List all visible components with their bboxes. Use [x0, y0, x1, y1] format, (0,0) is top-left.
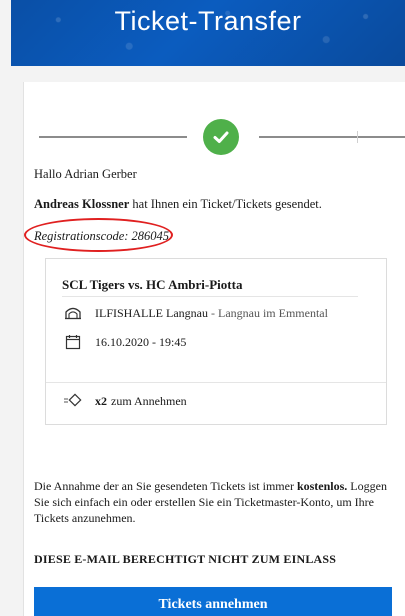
accept-tickets-button[interactable]: Tickets annehmen: [34, 587, 392, 616]
progress-line-left: [39, 136, 187, 138]
progress-tick: [357, 131, 358, 143]
page-title: Ticket-Transfer: [114, 6, 302, 36]
annotation-oval: [24, 218, 173, 252]
header-banner: Ticket-Transfer: [11, 0, 405, 66]
greeting: Hallo Adrian Gerber: [34, 167, 137, 181]
venue-city: Langnau im Emmental: [217, 305, 328, 320]
info-part-1: Die Annahme der an Sie gesendeten Ticket…: [34, 479, 297, 493]
quantity-row: x2 zum Annehmen: [62, 392, 187, 410]
venue-row: ILFISHALLE Langnau - Langnau im Emmental: [62, 304, 328, 322]
venue-name: ILFISHALLE Langnau: [95, 305, 208, 320]
event-details-box: SCL Tigers vs. HC Ambri-Piotta ILFISHALL…: [45, 258, 387, 425]
sender-text: hat Ihnen ein Ticket/Tickets gesendet.: [129, 197, 322, 211]
entry-notice: DIESE E-MAIL BERECHTIGT NICHT ZUM EINLAS…: [34, 552, 337, 566]
divider: [62, 296, 358, 297]
stadium-icon: [62, 304, 84, 322]
ticket-quantity: x2: [95, 393, 107, 408]
calendar-icon: [62, 333, 84, 351]
sender-message: Andreas Klossner hat Ihnen ein Ticket/Ti…: [34, 196, 322, 212]
sender-name: Andreas Klossner: [34, 197, 130, 211]
info-text: Die Annahme der an Sie gesendeten Ticket…: [34, 479, 396, 527]
divider: [46, 382, 386, 383]
event-datetime: 16.10.2020 - 19:45: [95, 334, 187, 349]
progress-line-right: [259, 136, 405, 138]
checkmark-icon: [203, 119, 239, 155]
ticket-icon: [62, 392, 84, 410]
progress-indicator: [39, 117, 405, 157]
venue-separator: -: [207, 305, 218, 320]
info-bold: kostenlos.: [296, 479, 348, 493]
email-card: Hallo Adrian Gerber Andreas Klossner hat…: [23, 82, 405, 616]
event-title: SCL Tigers vs. HC Ambri-Piotta: [62, 277, 243, 292]
quantity-text: zum Annehmen: [111, 393, 187, 408]
date-row: 16.10.2020 - 19:45: [62, 333, 186, 351]
